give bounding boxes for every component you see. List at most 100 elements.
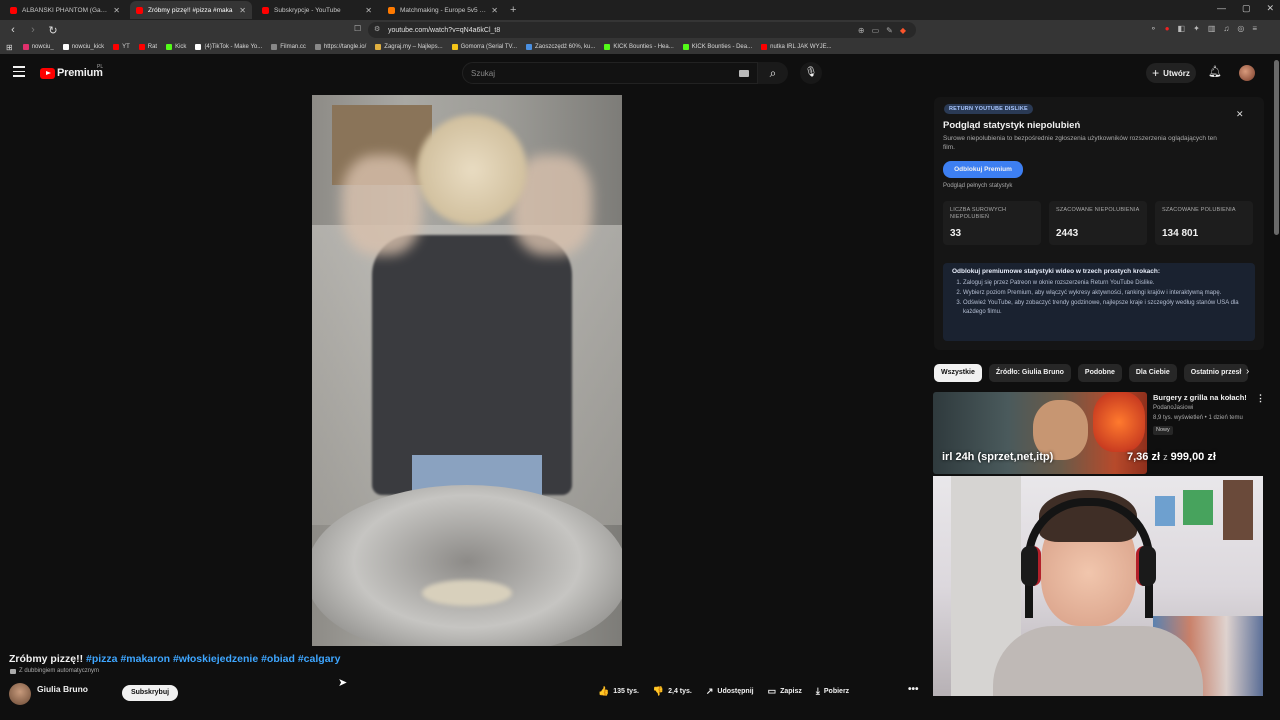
voice-search-button[interactable]: 🎙	[800, 62, 822, 84]
action-label: 2,4 tys.	[668, 688, 692, 695]
apps-grid-icon[interactable]: ⊞	[6, 43, 13, 52]
filter-chip[interactable]: Dla Ciebie	[1128, 364, 1177, 382]
extension-icon[interactable]: ⚬	[1150, 24, 1157, 33]
filter-chip[interactable]: Podobne	[1077, 364, 1122, 382]
reload-icon[interactable]: ↻	[46, 24, 60, 37]
kebab-menu-icon[interactable]: ⋮	[1256, 393, 1265, 404]
close-icon[interactable]: ✕	[1236, 109, 1244, 120]
extension-icon[interactable]: ◧	[1178, 24, 1186, 33]
share-button[interactable]: ↗ Udostępnij	[706, 686, 754, 697]
chevron-right-icon[interactable]: ›	[1246, 366, 1249, 377]
search-input[interactable]: Szukaj	[462, 62, 758, 84]
youtube-logo[interactable]: Premium PL	[40, 64, 103, 79]
ryd-title: Podgląd statystyk niepolubień	[943, 120, 1081, 131]
bookmark-item[interactable]: nowciu_	[22, 44, 54, 50]
tab-close-icon[interactable]: ✕	[113, 6, 120, 15]
recommended-channel[interactable]: PodanoJasiowi	[1153, 405, 1193, 411]
more-actions-icon[interactable]: •••	[908, 684, 919, 695]
bookmark-favicon-icon	[682, 44, 689, 50]
bookmarks-list: nowciu_ nowciu_kick YT Rat Kick (4)TikTok - M…	[22, 44, 841, 50]
site-info-icon[interactable]: ⚙	[374, 25, 380, 33]
bookmark-item[interactable]: nowciu_kick	[62, 44, 104, 50]
edit-icon[interactable]: ✎	[886, 26, 893, 35]
bookmark-item[interactable]: https://tangle.io/	[314, 44, 366, 50]
user-avatar[interactable]	[1239, 65, 1255, 81]
tab-favicon-icon	[262, 6, 269, 14]
bookmark-item[interactable]: Filman.cc	[271, 44, 306, 50]
tab-title: Matchmaking - Europe 5v5 Queue -	[400, 6, 488, 14]
hamburger-menu-icon[interactable]	[13, 66, 25, 80]
create-button[interactable]: + Utwórz	[1146, 63, 1196, 83]
stream-goal-text: irl 24h (sprzet,net,itp)	[942, 451, 1054, 463]
dubbing-note-text: Z dubbingiem automatycznym	[19, 668, 100, 674]
search-button[interactable]: ⌕	[758, 62, 788, 84]
bookmark-item[interactable]: Gomorra (Serial TV...	[451, 44, 517, 50]
tab-close-icon[interactable]: ✕	[491, 6, 498, 15]
bookmark-favicon-icon	[451, 44, 458, 50]
stat-label: SZACOWANE POLUBIENIA	[1162, 207, 1236, 213]
create-label: Utwórz	[1163, 68, 1190, 78]
close-window-icon[interactable]: ✕	[1266, 3, 1274, 14]
ryd-badge: RETURN YOUTUBE DISLIKE	[944, 104, 1033, 114]
sidebar-icon[interactable]: ▥	[1208, 24, 1216, 33]
bookmark-favicon-icon	[62, 44, 69, 50]
subscribe-button[interactable]: Subskrybuj	[122, 685, 178, 701]
like-button[interactable]: 👍 135 tys.	[598, 686, 639, 697]
wallet-icon[interactable]: ◎	[1237, 24, 1244, 33]
bookmark-item[interactable]: Zagraj.my – Najleps...	[375, 44, 443, 50]
music-icon[interactable]: ♫	[1223, 24, 1229, 33]
bookmark-item[interactable]: Rat	[138, 44, 157, 50]
back-icon[interactable]: ‹	[6, 24, 20, 36]
dislike-button[interactable]: 👎 2,4 tys.	[653, 686, 692, 697]
menu-icon[interactable]: ≡	[1252, 24, 1257, 33]
action-label: 135 tys.	[613, 688, 639, 695]
unlock-premium-button[interactable]: Odblokuj Premium	[943, 161, 1023, 178]
recommended-title[interactable]: Burgery z grilla na kołach!	[1153, 393, 1253, 402]
brave-shield-icon[interactable]: ◆	[900, 26, 906, 35]
maximize-icon[interactable]: ▢	[1242, 3, 1251, 14]
keyboard-icon[interactable]	[739, 70, 749, 77]
bookmark-item[interactable]: YT	[113, 44, 130, 50]
bookmark-item[interactable]: nutka IRL JAK WYJE...	[761, 44, 832, 50]
browser-tab[interactable]: ALBAŃSKI PHANTOM (Gang albani ✕	[4, 1, 126, 19]
filter-chip[interactable]: Źródło: Giulia Bruno	[988, 364, 1071, 382]
notifications-bell-icon[interactable]: 🔔︎	[1208, 65, 1222, 78]
webcam-poster	[1223, 480, 1253, 540]
new-badge: Nowy	[1153, 426, 1173, 435]
action-label: Pobierz	[823, 688, 850, 695]
bookmark-item[interactable]: Kick	[166, 44, 186, 50]
shorts-video-player[interactable]	[312, 95, 622, 646]
browser-tab[interactable]: Subskrypcje - YouTube ✕	[256, 1, 378, 19]
browser-tab[interactable]: Matchmaking - Europe 5v5 Queue -✕	[382, 1, 504, 19]
bookmark-star-icon[interactable]: ☐	[354, 24, 361, 33]
share-icon: ↗	[705, 686, 714, 696]
download-button[interactable]: ⤓ Pobierz	[816, 686, 849, 697]
tab-favicon-icon	[388, 6, 395, 14]
record-icon[interactable]: ●	[1165, 24, 1170, 33]
minimize-icon[interactable]: —	[1217, 3, 1226, 14]
address-bar[interactable]: ⚙ youtube.com/watch?v=qN4a6kCl_t8 ⊕ ▭ ✎ …	[368, 22, 916, 38]
new-tab-button[interactable]: +	[510, 4, 516, 16]
action-label: Udostępnij	[717, 688, 754, 695]
bookmark-item[interactable]: (4)TikTok - Make Yo...	[195, 44, 262, 50]
channel-avatar[interactable]	[9, 683, 31, 705]
tab-close-icon[interactable]: ✕	[365, 6, 372, 15]
bookmark-item[interactable]: KICK Bounties - Dea...	[682, 44, 752, 50]
video-hashtags[interactable]: #pizza #makaron #włoskiejedzenie #obiad …	[86, 653, 340, 665]
page-scrollbar[interactable]	[1274, 60, 1279, 235]
save-button[interactable]: ▭ Zapisz	[768, 686, 802, 697]
channel-name[interactable]: Giulia Bruno	[37, 684, 88, 694]
puzzle-icon[interactable]: ✦	[1193, 24, 1200, 33]
filter-chip[interactable]: Wszystkie	[934, 364, 982, 382]
logo-text: Premium	[57, 67, 103, 79]
cast-icon[interactable]: ▭	[872, 26, 880, 35]
microphone-icon: 🎙	[804, 67, 818, 78]
bookmark-favicon-icon	[138, 44, 145, 50]
bookmark-item[interactable]: KICK Bounties - Hea...	[604, 44, 674, 50]
forward-icon[interactable]: ›	[26, 24, 40, 36]
bookmark-item[interactable]: Zaoszczędź 60%, ku...	[526, 44, 595, 50]
tab-close-icon[interactable]: ✕	[239, 6, 246, 15]
zoom-icon[interactable]: ⊕	[858, 26, 865, 35]
browser-tab[interactable]: Zróbmy pizzę!! #pizza #maka ✕	[130, 1, 252, 19]
filter-chip[interactable]: Ostatnio przesł	[1183, 364, 1249, 382]
